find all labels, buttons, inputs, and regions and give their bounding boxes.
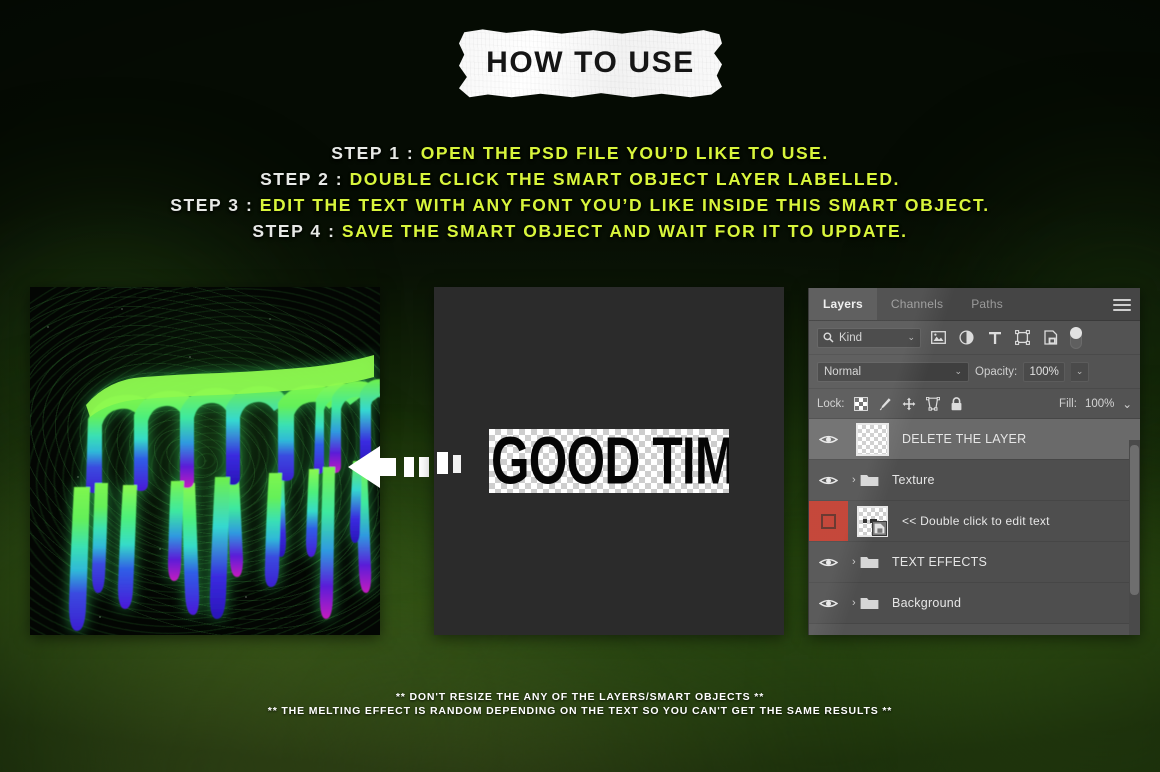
hidden-layer-checkbox[interactable] [821, 513, 836, 529]
table-row[interactable]: › Texture [809, 460, 1140, 501]
smart-object-preview-panel: GOOD TIME [434, 287, 784, 635]
tab-channels[interactable]: Channels [877, 288, 957, 320]
layer-visibility-toggle[interactable] [809, 419, 848, 459]
footer-note-line: ** DON'T RESIZE THE ANY OF THE LAYERS/SM… [395, 691, 765, 703]
adjustment-filter-icon[interactable] [956, 328, 977, 348]
smart-object-filter-icon[interactable] [1040, 328, 1061, 348]
artwork-glow-wrapper [30, 287, 380, 635]
preview-cursor-mark [437, 452, 448, 474]
group-expand-cell[interactable]: › [848, 555, 886, 570]
lock-image-icon[interactable] [877, 396, 893, 412]
smart-object-badge-icon [871, 520, 887, 536]
layer-thumbnail-cell[interactable] [848, 505, 896, 537]
table-row[interactable]: › Background [809, 583, 1140, 624]
hamburger-menu-icon[interactable] [1113, 299, 1131, 311]
kind-filter-dropdown[interactable]: Kind ⌄ [817, 327, 921, 348]
group-expand-cell[interactable]: › [848, 596, 886, 611]
lock-row[interactable]: Lock: Fill: 100% ⌄ [809, 389, 1140, 419]
layer-thumbnail [856, 505, 888, 537]
lock-all-icon[interactable] [949, 396, 965, 412]
type-filter-icon[interactable] [984, 328, 1005, 348]
search-icon [823, 332, 834, 343]
filter-enable-toggle[interactable] [1070, 326, 1082, 349]
preview-text: GOOD TIME [491, 429, 729, 493]
folder-icon [860, 597, 879, 609]
footer-note-line: ** THE MELTING EFFECT IS RANDOM DEPENDIN… [267, 705, 893, 717]
layer-filter-row[interactable]: Kind ⌄ [809, 321, 1140, 355]
blend-mode-value: Normal [824, 365, 862, 378]
eye-icon [819, 599, 838, 607]
layer-name[interactable]: Texture [886, 473, 935, 487]
chevron-right-icon[interactable]: › [852, 474, 856, 486]
tab-layers[interactable]: Layers [809, 288, 877, 320]
photoshop-layers-panel[interactable]: Layers Channels Paths Kind ⌄ Normal ⌄ Op… [808, 288, 1140, 635]
kind-filter-label: Kind [839, 331, 863, 344]
layer-visibility-toggle[interactable] [809, 583, 848, 623]
layer-visibility-toggle[interactable] [809, 501, 848, 541]
blend-mode-row[interactable]: Normal ⌄ Opacity: 100% ⌄ [809, 355, 1140, 389]
layers-scrollbar[interactable] [1129, 440, 1140, 635]
layer-name[interactable]: Background [886, 596, 961, 610]
opacity-chevron-icon[interactable]: ⌄ [1071, 361, 1090, 382]
image-filter-icon[interactable] [928, 328, 949, 348]
table-row[interactable]: << Double click to edit text [809, 501, 1140, 542]
fill-label: Fill: [1059, 397, 1077, 410]
scrollbar-thumb[interactable] [1130, 445, 1139, 595]
eye-icon [819, 558, 838, 566]
transparent-text-canvas: GOOD TIME [489, 429, 729, 493]
layer-thumbnail [855, 422, 889, 456]
opacity-label: Opacity: [975, 365, 1018, 378]
table-row[interactable]: DELETE THE LAYER [809, 419, 1140, 460]
folder-icon [860, 474, 879, 486]
lock-position-icon[interactable] [901, 396, 917, 412]
footer-notes: ** DON'T RESIZE THE ANY OF THE LAYERS/SM… [0, 690, 1160, 718]
layer-visibility-toggle[interactable] [809, 542, 848, 582]
layer-name[interactable]: << Double click to edit text [896, 514, 1050, 528]
eye-icon [819, 435, 838, 443]
panel-tab-bar[interactable]: Layers Channels Paths [809, 288, 1140, 321]
tab-paths[interactable]: Paths [957, 288, 1017, 320]
melting-text-graphic [69, 355, 380, 631]
folder-icon [860, 556, 879, 568]
fill-chevron-icon[interactable]: ⌄ [1122, 397, 1132, 411]
group-expand-cell[interactable]: › [848, 473, 886, 488]
preview-cursor-mark [453, 455, 461, 473]
layer-name[interactable]: DELETE THE LAYER [896, 432, 1026, 446]
opacity-value[interactable]: 100% [1023, 361, 1066, 382]
chevron-right-icon[interactable]: › [852, 556, 856, 568]
lock-transparency-icon[interactable] [853, 396, 869, 412]
shape-filter-icon[interactable] [1012, 328, 1033, 348]
blend-mode-dropdown[interactable]: Normal ⌄ [817, 361, 969, 382]
layer-thumbnail-cell[interactable] [848, 422, 896, 456]
layer-name[interactable]: TEXT EFFECTS [886, 555, 987, 569]
layer-visibility-toggle[interactable] [809, 460, 848, 500]
chevron-down-icon: ⌄ [954, 366, 962, 376]
table-row[interactable]: › TEXT EFFECTS [809, 542, 1140, 583]
lock-label: Lock: [817, 397, 845, 410]
lock-artboard-icon[interactable] [925, 396, 941, 412]
eye-icon [819, 476, 838, 484]
layer-list[interactable]: DELETE THE LAYER › Texture << Double cli… [809, 419, 1140, 624]
artwork-preview-panel [30, 287, 380, 635]
fill-value[interactable]: 100% [1085, 398, 1114, 410]
chevron-down-icon: ⌄ [907, 332, 915, 342]
chevron-right-icon[interactable]: › [852, 597, 856, 609]
